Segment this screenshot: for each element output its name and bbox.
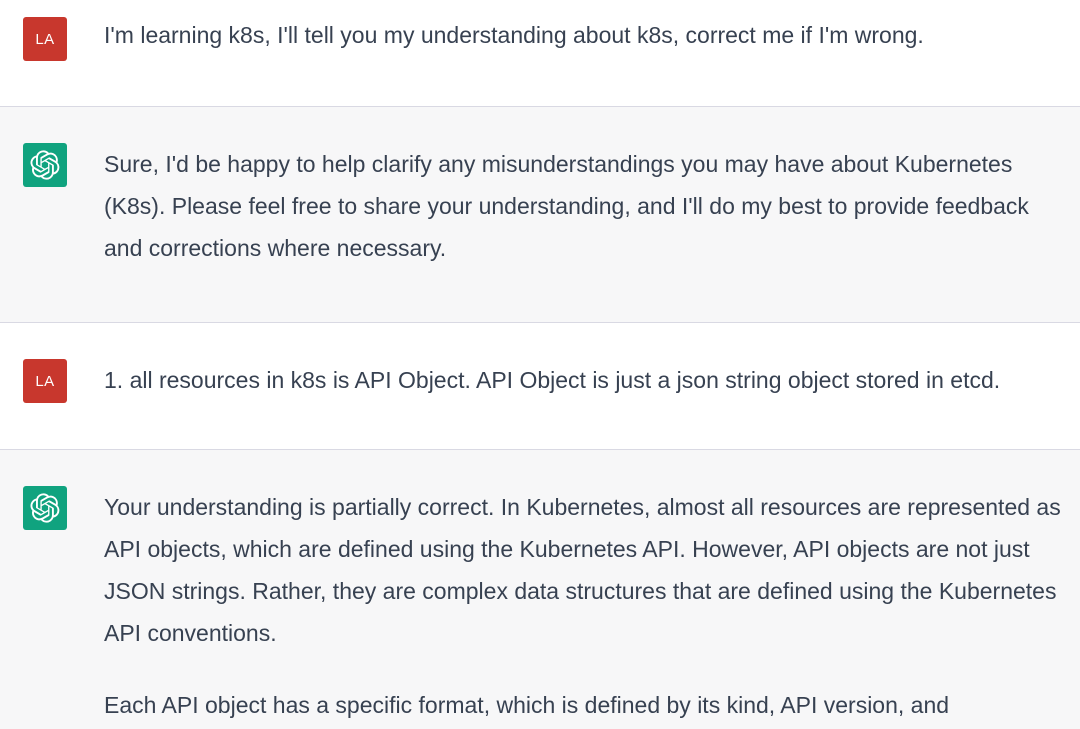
assistant-message: Sure, I'd be happy to help clarify any m… bbox=[0, 107, 1080, 323]
assistant-avatar bbox=[23, 143, 67, 187]
user-avatar: LA bbox=[23, 17, 67, 61]
user-avatar: LA bbox=[23, 359, 67, 403]
message-text: Sure, I'd be happy to help clarify any m… bbox=[104, 143, 1080, 269]
message-paragraph: I'm learning k8s, I'll tell you my under… bbox=[104, 22, 924, 48]
user-avatar-initials: LA bbox=[35, 372, 55, 390]
user-message: LA I'm learning k8s, I'll tell you my un… bbox=[0, 0, 1080, 107]
assistant-avatar bbox=[23, 486, 67, 530]
message-text: 1. all resources in k8s is API Object. A… bbox=[104, 359, 1080, 401]
conversation-thread: LA I'm learning k8s, I'll tell you my un… bbox=[0, 0, 1080, 729]
message-paragraph: Your understanding is partially correct.… bbox=[104, 494, 1061, 646]
message-paragraph: 1. all resources in k8s is API Object. A… bbox=[104, 367, 1001, 393]
message-text: I'm learning k8s, I'll tell you my under… bbox=[104, 14, 1080, 56]
message-paragraph: Sure, I'd be happy to help clarify any m… bbox=[104, 151, 1029, 261]
user-message: LA 1. all resources in k8s is API Object… bbox=[0, 323, 1080, 450]
openai-logo-icon bbox=[30, 150, 60, 180]
message-text: Your understanding is partially correct.… bbox=[104, 486, 1080, 726]
openai-logo-icon bbox=[30, 493, 60, 523]
user-avatar-initials: LA bbox=[35, 30, 55, 48]
assistant-message: Your understanding is partially correct.… bbox=[0, 450, 1080, 729]
message-paragraph: Each API object has a specific format, w… bbox=[104, 692, 950, 718]
